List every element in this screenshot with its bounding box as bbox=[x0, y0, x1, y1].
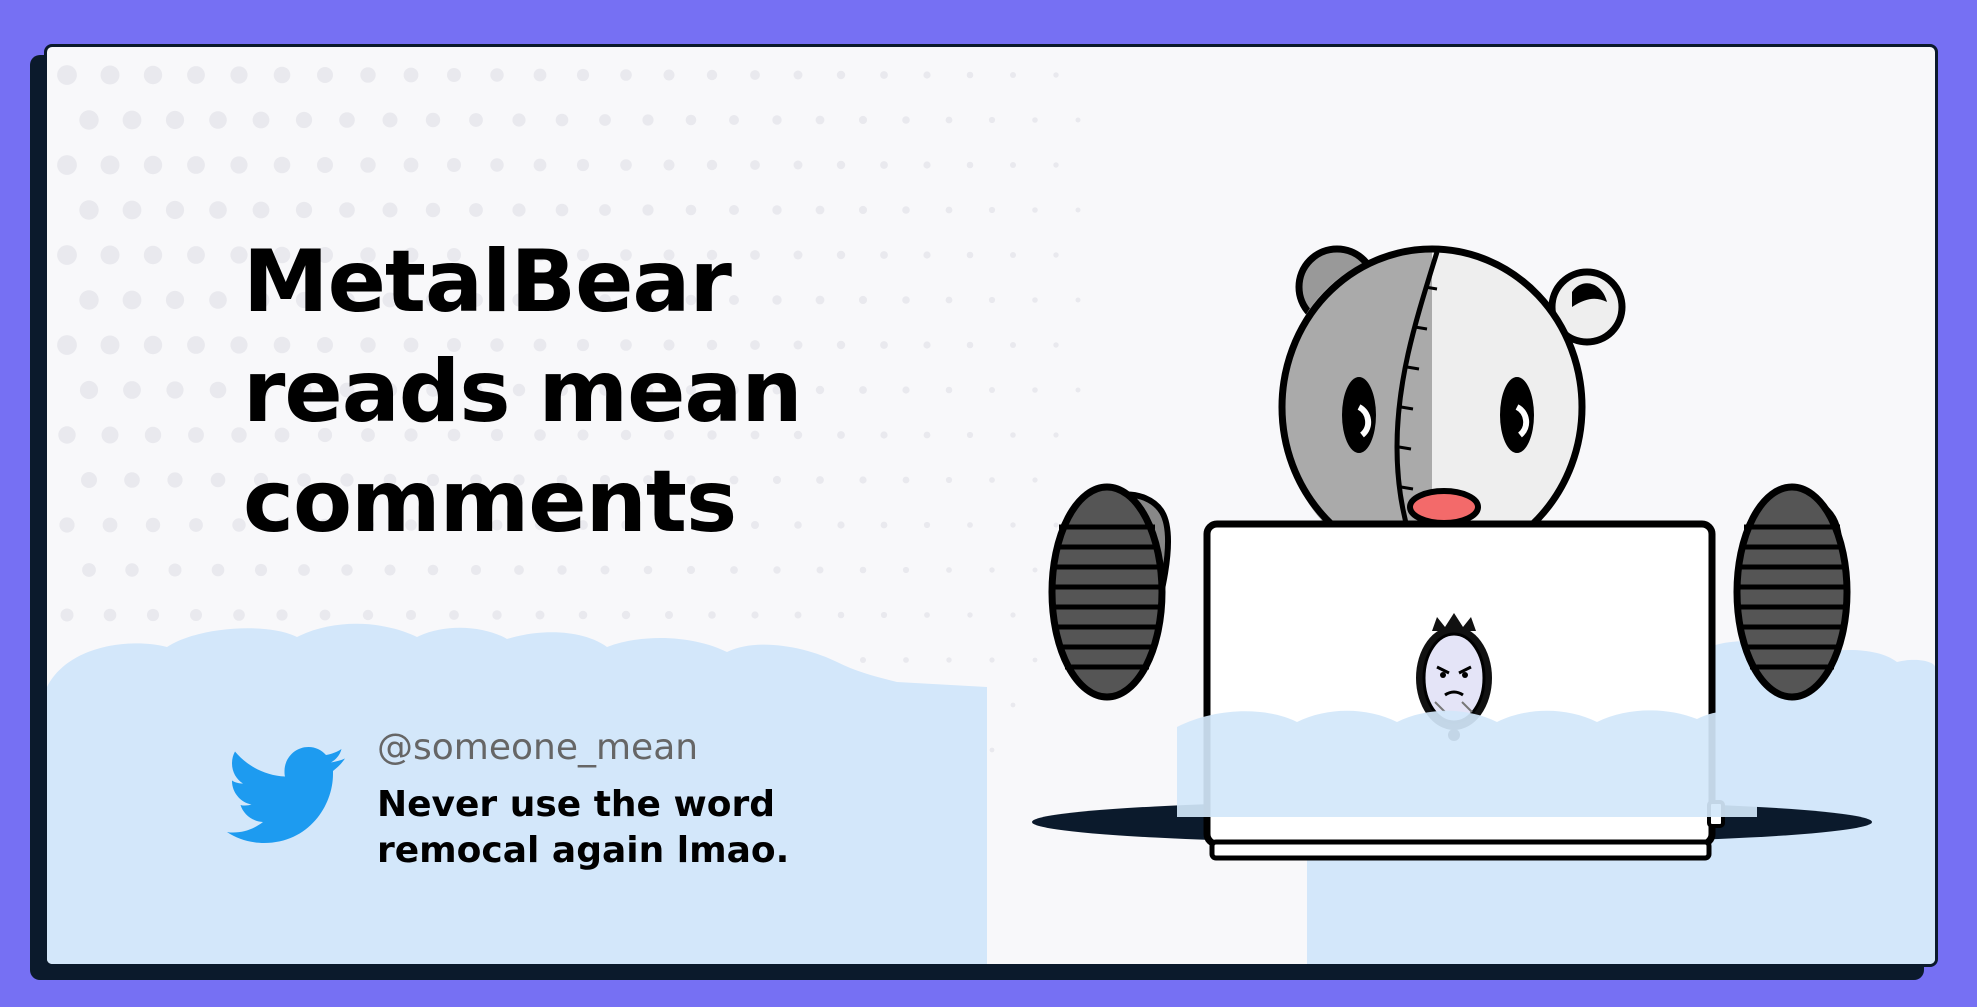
headline-line-3: comments bbox=[243, 452, 737, 552]
headline-line-1: MetalBear bbox=[243, 232, 732, 332]
left-foot bbox=[1048, 483, 1172, 701]
headline-line-2: reads mean bbox=[243, 342, 803, 442]
banner: MetalBear reads mean comments @someone_m… bbox=[0, 0, 1977, 1007]
banner-card: MetalBear reads mean comments @someone_m… bbox=[44, 44, 1938, 967]
right-foot bbox=[1733, 483, 1851, 701]
tweet-text: Never use the word remocal again lmao. bbox=[377, 784, 790, 871]
metalbear-mascot bbox=[1032, 245, 1872, 861]
bear-head bbox=[1278, 245, 1586, 569]
tweet-card: @someone_mean Never use the word remocal… bbox=[227, 727, 1027, 927]
headline: MetalBear reads mean comments bbox=[243, 227, 943, 557]
twitter-bird-icon bbox=[227, 747, 345, 843]
tweet-handle: @someone_mean bbox=[377, 727, 699, 768]
